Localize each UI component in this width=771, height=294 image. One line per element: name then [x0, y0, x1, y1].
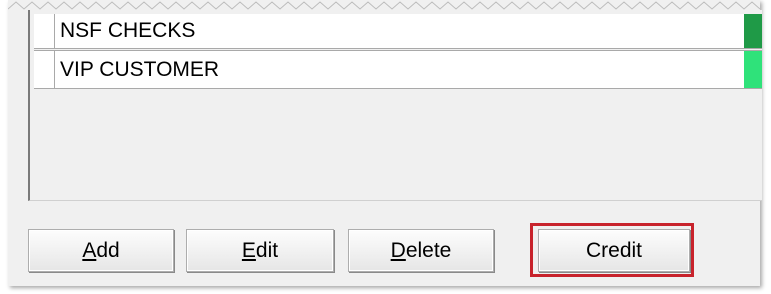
- list-item-label: NSF CHECKS: [60, 19, 196, 42]
- add-label-rest: dd: [96, 238, 120, 262]
- row-selector[interactable]: [34, 51, 55, 88]
- add-button[interactable]: Add: [28, 229, 174, 272]
- list-item[interactable]: NSF CHECKS: [34, 14, 762, 49]
- edit-button[interactable]: Edit: [186, 229, 334, 272]
- delete-label-rest: elete: [405, 238, 452, 262]
- edit-mnemonic: E: [241, 238, 256, 262]
- add-mnemonic: A: [82, 238, 97, 262]
- list-item-label: VIP CUSTOMER: [60, 57, 220, 81]
- edit-label-rest: dit: [255, 238, 279, 262]
- list-item[interactable]: VIP CUSTOMER: [34, 50, 762, 89]
- color-swatch: [744, 51, 762, 88]
- credit-button[interactable]: Credit: [538, 229, 690, 272]
- row-selector[interactable]: [34, 14, 55, 48]
- color-swatch: [744, 14, 762, 48]
- delete-button[interactable]: Delete: [348, 229, 494, 272]
- credit-label: Credit: [585, 238, 643, 262]
- flags-list[interactable]: NSF CHECKS VIP CUSTOMER: [28, 10, 762, 201]
- delete-mnemonic: D: [390, 238, 406, 262]
